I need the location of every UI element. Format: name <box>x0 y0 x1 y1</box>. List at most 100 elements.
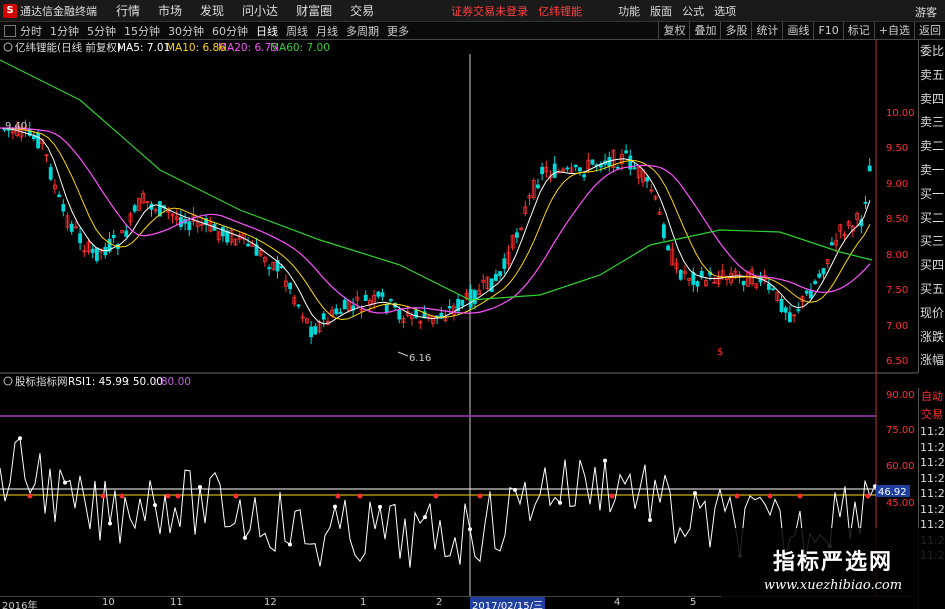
period-15min[interactable]: 15分钟 <box>124 23 160 39</box>
menu-wealth[interactable]: 财富圈 <box>296 2 332 19</box>
menu-function[interactable]: 功能 <box>618 3 640 19</box>
tool-draw[interactable]: 画线 <box>782 22 813 40</box>
candle-body <box>817 273 822 278</box>
candle-body <box>246 243 251 247</box>
side-buy2[interactable]: 买二 <box>919 207 945 231</box>
login-warning[interactable]: 证券交易未登录 <box>451 3 528 19</box>
date-label: 1 <box>360 597 367 608</box>
rsi-cross-marker <box>357 493 363 499</box>
candle-body <box>36 132 40 149</box>
candle-body <box>225 230 230 243</box>
period-30min[interactable]: 30分钟 <box>168 23 204 39</box>
candle-body <box>515 232 519 238</box>
rsi-cross-marker <box>433 493 439 499</box>
tool-adjust[interactable]: 复权 <box>658 22 689 40</box>
side-buy5[interactable]: 买五 <box>919 278 945 302</box>
app-logo: S <box>3 3 17 18</box>
side-sell3[interactable]: 卖三 <box>919 111 945 135</box>
side-change[interactable]: 涨跌 <box>919 326 945 350</box>
period-5min[interactable]: 5分钟 <box>87 23 116 39</box>
menu-discover[interactable]: 发现 <box>200 2 224 19</box>
period-more[interactable]: 更多 <box>387 23 409 39</box>
tool-stats[interactable]: 统计 <box>751 22 782 40</box>
period-multi[interactable]: 多周期 <box>346 23 379 39</box>
candle-body <box>779 298 784 313</box>
candle-body <box>267 267 272 270</box>
candle-body <box>78 233 82 244</box>
candle-body <box>678 270 683 280</box>
menu-layout[interactable]: 版面 <box>650 3 672 19</box>
candle-body <box>502 258 507 269</box>
candle-body <box>288 282 293 290</box>
tool-mark[interactable]: 标记 <box>842 22 874 40</box>
high-price-label: 9.40 <box>5 121 27 132</box>
candle-body <box>498 271 503 277</box>
rsi-signal-dot <box>63 480 67 485</box>
tool-overlay[interactable]: 叠加 <box>689 22 720 40</box>
candle-body <box>645 177 649 182</box>
candle-body <box>741 280 746 286</box>
price-tick: 7.00 <box>886 321 908 332</box>
tool-add-watchlist[interactable]: +自选 <box>873 22 914 40</box>
rsi-cross-marker <box>865 493 871 499</box>
period-60min[interactable]: 60分钟 <box>212 23 248 39</box>
watermark-title: 指标严选网 <box>772 550 893 575</box>
period-intraday[interactable]: 分时 <box>20 23 42 39</box>
menu-trade[interactable]: 交易 <box>350 2 374 19</box>
candle-body <box>695 281 700 287</box>
kline-chart[interactable]: 亿纬锂能(日线 前复权) MA5: 7.01 MA10: 6.86 MA20: … <box>0 40 918 596</box>
candle-body <box>103 246 108 256</box>
tool-multi-stock[interactable]: 多股 <box>720 22 751 40</box>
side-buy1[interactable]: 买一 <box>919 183 945 207</box>
menu-quotes[interactable]: 行情 <box>116 2 140 19</box>
ma5-label: MA5: 7.01 <box>117 42 170 54</box>
period-daily[interactable]: 日线 <box>256 23 278 39</box>
side-weibi[interactable]: 委比 <box>919 40 945 64</box>
watermark: 指标严选网 www.xuezhibiao.com <box>721 528 945 609</box>
rsi-value-label: RSI1: 45.99 <box>68 376 129 388</box>
side-sell2[interactable]: 卖二 <box>919 135 945 159</box>
candle-body <box>615 166 620 169</box>
rsi-tick: 90.00 <box>886 390 915 401</box>
rsi-cross-marker <box>100 493 106 499</box>
menu-options[interactable]: 选项 <box>714 3 736 19</box>
menu-market[interactable]: 市场 <box>158 2 182 19</box>
tick-time: 11:29 <box>920 456 945 469</box>
window-icon[interactable] <box>4 24 16 37</box>
rsi-signal-dot <box>333 504 337 509</box>
candle-body <box>111 234 116 239</box>
side-trade[interactable]: 交易 <box>919 406 945 424</box>
rsi-signal-dot <box>603 458 607 463</box>
rsi-signal-dot <box>198 485 202 490</box>
side-sell5[interactable]: 卖五 <box>919 64 945 88</box>
menu-formula[interactable]: 公式 <box>682 3 704 19</box>
rsi-cross-marker <box>119 493 125 499</box>
candle-body <box>48 167 53 180</box>
candle-body <box>565 167 570 170</box>
side-price[interactable]: 现价 <box>919 302 945 326</box>
period-weekly[interactable]: 周线 <box>286 23 308 39</box>
candle-body <box>384 304 389 313</box>
tool-f10[interactable]: F10 <box>813 22 842 40</box>
candle-body <box>32 135 36 140</box>
rsi-current-value: 46.92 <box>878 487 907 498</box>
tool-back[interactable]: 返回 <box>914 22 945 40</box>
rsi-signal-dot <box>423 515 427 520</box>
period-1min[interactable]: 1分钟 <box>50 23 79 39</box>
candle-body <box>447 306 452 309</box>
rsi-signal-dot <box>648 518 652 523</box>
side-sell4[interactable]: 卖四 <box>919 88 945 112</box>
rsi-signal-dot <box>243 535 247 540</box>
menu-ask[interactable]: 问小达 <box>242 2 278 19</box>
side-sell1[interactable]: 卖一 <box>919 159 945 183</box>
candle-body <box>460 299 465 306</box>
side-buy3[interactable]: 买三 <box>919 230 945 254</box>
side-buy4[interactable]: 买四 <box>919 254 945 278</box>
guest-label[interactable]: 游客 <box>915 4 937 20</box>
side-auto[interactable]: 自动 <box>919 388 945 406</box>
price-tick: 8.50 <box>886 214 908 225</box>
side-change-pct[interactable]: 涨幅 <box>919 349 945 373</box>
indicator-name: 股标指标网 <box>15 375 68 388</box>
event-marker: $ <box>717 347 723 358</box>
period-monthly[interactable]: 月线 <box>316 23 338 39</box>
